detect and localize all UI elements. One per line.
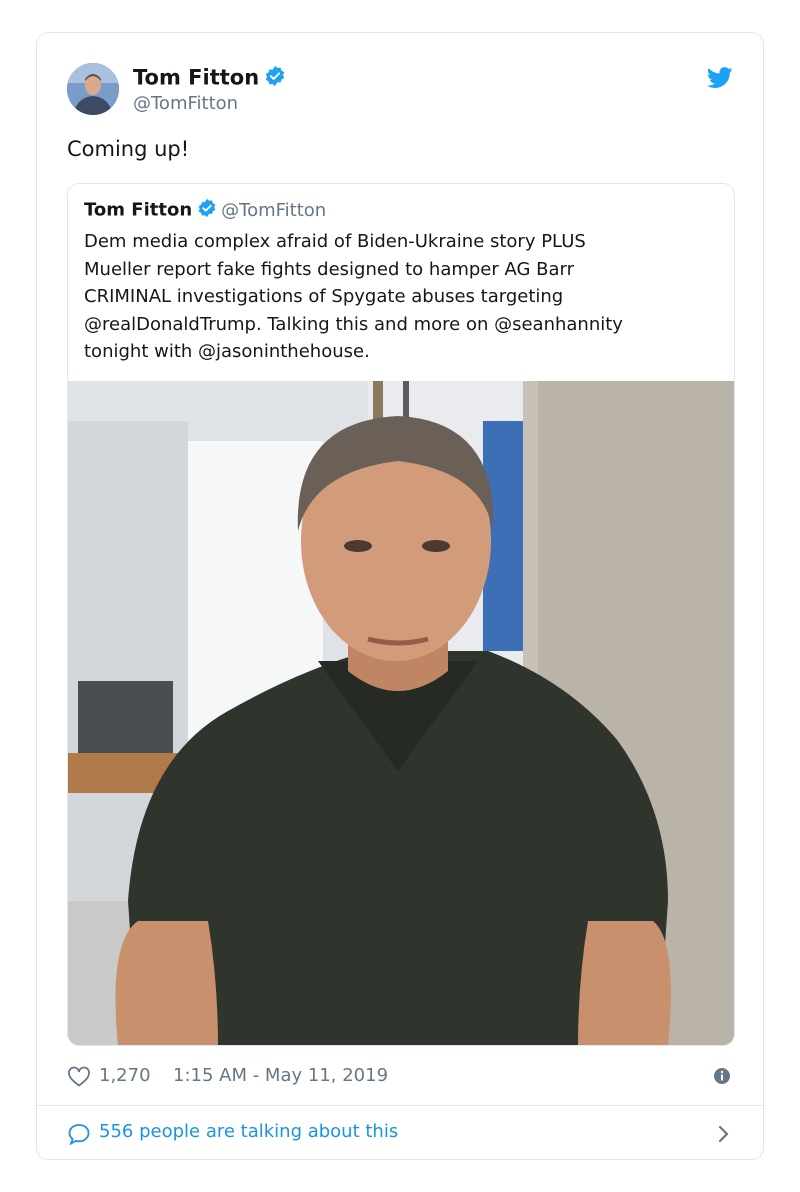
quoted-text-line: Mueller report fake fights designed to h… [84,258,575,280]
author-name-text: Tom Fitton [133,65,260,90]
tweet-embed-card: Tom Fitton @TomFitton Coming up! Tom Fit… [36,32,764,1160]
divider [37,1105,763,1106]
verified-icon [264,65,286,92]
tweet-photo[interactable] [68,381,734,1045]
tweet-meta: 1,270 1:15 AM - May 11, 2019 [67,1063,735,1091]
quoted-text-line: @realDonaldTrump. Talking this and more … [84,313,623,335]
author-name[interactable]: Tom Fitton [133,65,286,92]
like-count[interactable]: 1,270 [99,1065,151,1086]
quoted-author-name[interactable]: Tom Fitton [84,200,192,221]
author-handle[interactable]: @TomFitton [133,93,238,114]
avatar[interactable] [67,63,119,115]
quoted-tweet[interactable]: Tom Fitton @TomFitton Dem media complex a… [67,183,735,1046]
quoted-tweet-header: Tom Fitton @TomFitton [84,198,326,223]
twitter-bird-icon[interactable] [706,67,733,93]
chevron-right-icon[interactable] [717,1124,731,1149]
quoted-author-handle[interactable]: @TomFitton [221,200,326,221]
heart-icon[interactable] [67,1065,91,1092]
quoted-text-line: tonight with @jasoninthehouse. [84,341,370,362]
speech-bubble-icon [67,1123,91,1150]
conversation-label[interactable]: 556 people are talking about this [99,1121,398,1142]
timestamp[interactable]: 1:15 AM - May 11, 2019 [173,1065,388,1086]
tweet-text: Coming up! [67,137,190,161]
quoted-tweet-text: Dem media complex afraid of Biden-Ukrain… [84,228,724,366]
quoted-text-line: Dem media complex afraid of Biden-Ukrain… [84,231,586,252]
quoted-text-line: CRIMINAL investigations of Spygate abuse… [84,286,564,307]
conversation-link[interactable]: 556 people are talking about this [67,1119,735,1149]
info-icon[interactable] [713,1067,731,1090]
verified-icon [197,198,217,223]
